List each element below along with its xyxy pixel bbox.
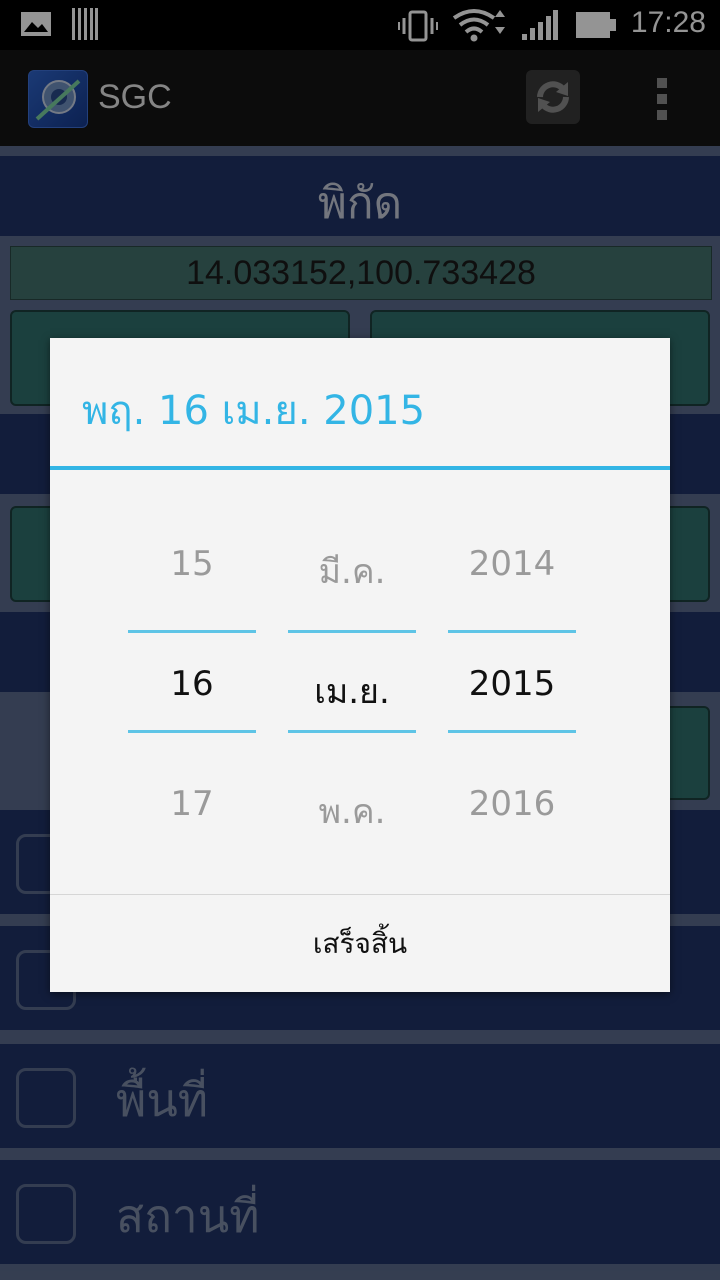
day-current[interactable]: 16 [128, 664, 256, 704]
month-prev[interactable]: มี.ค. [288, 544, 416, 598]
date-picker-dialog: พฤ. 16 เม.ย. 2015 15 16 17 มี.ค. เม.ย. พ… [50, 338, 670, 992]
year-spinner[interactable]: 2014 2015 2016 [448, 488, 576, 868]
year-prev[interactable]: 2014 [448, 544, 576, 584]
selection-divider [448, 630, 576, 633]
dialog-title: พฤ. 16 เม.ย. 2015 [82, 388, 426, 434]
selection-divider [448, 730, 576, 733]
day-prev[interactable]: 15 [128, 544, 256, 584]
month-current[interactable]: เม.ย. [288, 664, 416, 718]
month-spinner[interactable]: มี.ค. เม.ย. พ.ค. [288, 488, 416, 868]
day-next[interactable]: 17 [128, 784, 256, 824]
selection-divider [288, 730, 416, 733]
done-button[interactable]: เสร็จสิ้น [50, 895, 670, 992]
title-divider [50, 466, 670, 470]
month-next[interactable]: พ.ค. [288, 784, 416, 838]
selection-divider [128, 630, 256, 633]
day-spinner[interactable]: 15 16 17 [128, 488, 256, 868]
year-next[interactable]: 2016 [448, 784, 576, 824]
year-current[interactable]: 2015 [448, 664, 576, 704]
selection-divider [128, 730, 256, 733]
selection-divider [288, 630, 416, 633]
